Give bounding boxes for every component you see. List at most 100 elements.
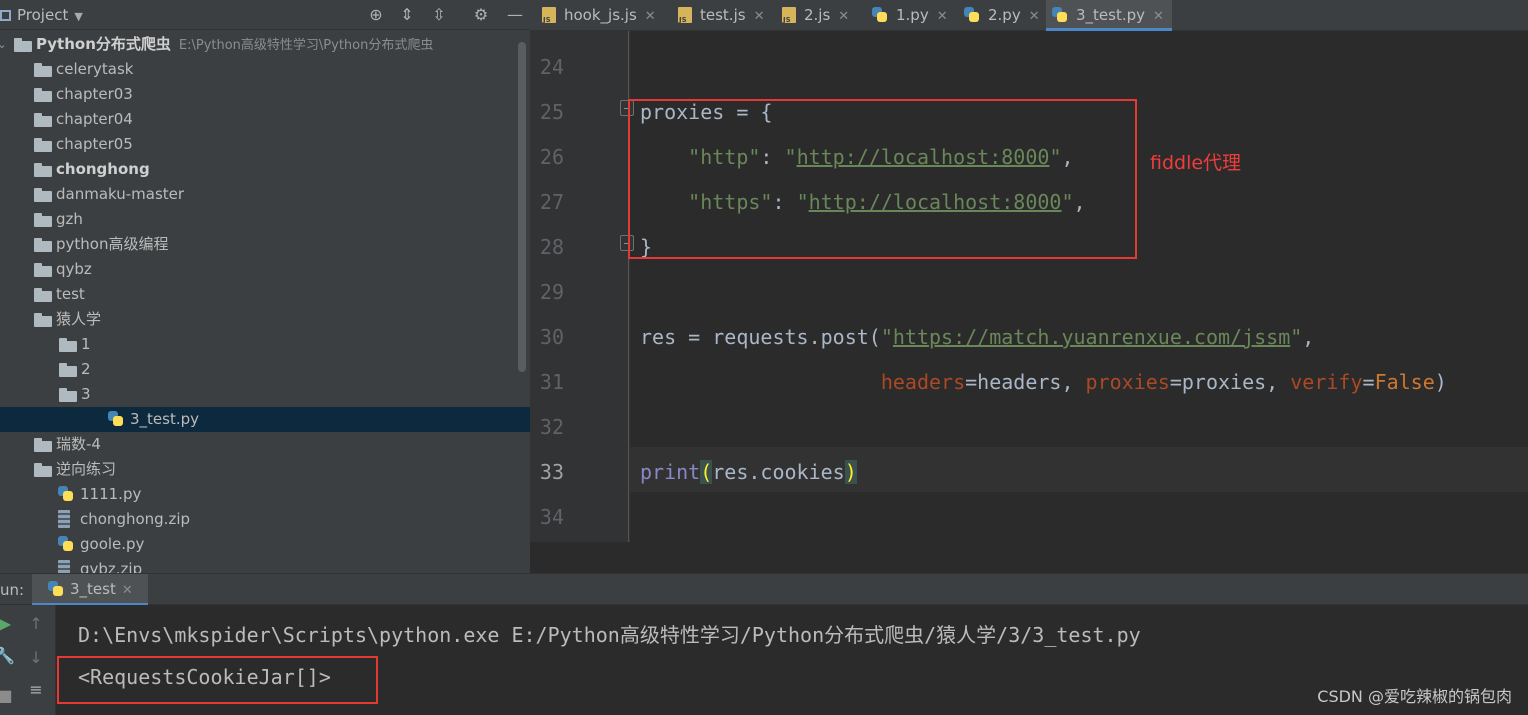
code-token: " [880, 325, 893, 349]
tree-item-label: 3_test.py [130, 410, 200, 428]
line-number: 28 [539, 235, 564, 259]
annotation-label: fiddle代理 [1150, 152, 1242, 174]
line-number: 25 [539, 100, 564, 124]
folder-icon [34, 463, 52, 477]
close-icon[interactable]: ✕ [754, 9, 765, 24]
expand-all-icon[interactable]: ⇕ [396, 4, 418, 26]
code-token: =headers, [965, 370, 1086, 394]
editor-tab-bar: hook_js.js✕test.js✕2.js✕1.py✕2.py✕3_test… [530, 0, 1528, 31]
editor-tab[interactable]: 2.js ✕ [776, 0, 860, 31]
tree-item-label: qybz.zip [80, 560, 143, 573]
chevron-down-icon[interactable]: ▼ [74, 10, 82, 23]
editor-tab[interactable]: 3_test.py ✕ [1046, 0, 1172, 31]
close-icon[interactable]: ✕ [645, 9, 656, 24]
project-title: Project [17, 6, 69, 24]
tree-item-label: chonghong.zip [80, 510, 191, 528]
tree-folder[interactable]: › qybz [0, 257, 530, 282]
tab-label: hook_js.js [564, 6, 637, 24]
up-arrow-icon[interactable]: ↑ [25, 613, 47, 635]
locate-icon[interactable]: ⊕ [365, 4, 387, 26]
folder-icon [14, 38, 32, 52]
code-line[interactable]: print(res.cookies) [640, 450, 857, 495]
tree-folder[interactable]: › chapter05 [0, 132, 530, 157]
code-line[interactable]: res = requests.post("https://match.yuanr… [640, 315, 1314, 360]
tree-item-label: python高级编程 [56, 235, 169, 253]
wrench-icon[interactable]: 🔧 [0, 645, 16, 667]
tab-label: 2.py [988, 6, 1021, 24]
tree-item-label: 2 [81, 360, 91, 378]
tree-item-label: chapter05 [56, 135, 133, 153]
tree-folder[interactable]: ⌄ Python分布式爬虫 E:\Python高级特性学习\Python分布式爬虫 [0, 32, 530, 57]
tree-folder[interactable]: › test [0, 282, 530, 307]
tree-file[interactable]: 1111.py [0, 482, 530, 507]
folder-icon [34, 238, 52, 252]
tree-folder[interactable]: › celerytask [0, 57, 530, 82]
code-token[interactable]: https://match.yuanrenxue.com/jssm [893, 325, 1290, 349]
tree-folder[interactable]: ⌄ 3 [0, 382, 530, 407]
project-view-selector[interactable]: Project ▼ [0, 0, 83, 30]
tree-item-label: gzh [56, 210, 83, 228]
run-tab-label: 3_test [70, 580, 116, 598]
code-token: res.cookies [712, 460, 845, 484]
editor-tab[interactable]: test.js ✕ [672, 0, 770, 31]
tree-file[interactable]: goole.py [0, 532, 530, 557]
javascript-file-icon [678, 7, 692, 24]
line-number: 32 [539, 415, 564, 439]
tree-folder[interactable]: › python高级编程 [0, 232, 530, 257]
minimize-icon[interactable]: — [504, 4, 526, 26]
code-line[interactable]: headers=headers, proxies=proxies, verify… [640, 360, 1447, 405]
folder-icon [59, 363, 77, 377]
editor-tab[interactable]: 1.py ✕ [866, 0, 952, 31]
soft-wrap-icon[interactable]: ≡ [25, 679, 47, 701]
editor-tab[interactable]: hook_js.js ✕ [536, 0, 666, 31]
folder-icon [34, 88, 52, 102]
stop-icon[interactable]: ■ [0, 685, 16, 707]
close-icon[interactable]: ✕ [1029, 9, 1040, 24]
chevron-down-icon[interactable]: ⌄ [0, 32, 10, 57]
proxies-annotation-box [628, 99, 1137, 259]
close-icon[interactable]: ✕ [937, 9, 948, 24]
close-icon[interactable]: ✕ [122, 583, 133, 598]
tab-label: 3_test.py [1076, 6, 1146, 24]
python-file-icon [58, 536, 74, 552]
line-number: 33 [539, 460, 564, 484]
tree-folder[interactable]: › 1 [0, 332, 530, 357]
folder-icon [34, 438, 52, 452]
tree-file[interactable]: qybz.zip [0, 557, 530, 573]
tree-file[interactable]: chonghong.zip [0, 507, 530, 532]
editor-tab[interactable]: 2.py ✕ [958, 0, 1042, 31]
line-number: 30 [539, 325, 564, 349]
code-token: , [1302, 325, 1315, 349]
rerun-icon[interactable]: ▶ [0, 613, 16, 635]
collapse-all-icon[interactable]: ⇳ [428, 4, 450, 26]
tree-item-label: chapter04 [56, 110, 133, 128]
python-file-icon [48, 581, 64, 597]
code-token: " [1290, 325, 1303, 349]
tree-folder[interactable]: ⌄ 猿人学 [0, 307, 530, 332]
close-icon[interactable]: ✕ [1153, 9, 1164, 24]
python-file-icon [108, 411, 124, 427]
tree-file[interactable]: 3_test.py [0, 407, 530, 432]
line-number: 26 [539, 145, 564, 169]
code-token: headers [880, 370, 966, 394]
tree-item-label: 瑞数-4 [56, 435, 101, 453]
tree-folder[interactable]: › gzh [0, 207, 530, 232]
tree-folder[interactable]: › chonghong [0, 157, 530, 182]
tree-folder[interactable]: › chapter03 [0, 82, 530, 107]
console-command-line: D:\Envs\mkspider\Scripts\python.exe E:/P… [78, 623, 1141, 647]
gear-icon[interactable]: ⚙ [470, 4, 492, 26]
run-tab[interactable]: 3_test ✕ [32, 574, 148, 606]
folder-icon [34, 263, 52, 277]
tree-folder[interactable]: › 瑞数-4 [0, 432, 530, 457]
project-icon [0, 10, 11, 21]
tree-folder[interactable]: › 逆向练习 [0, 457, 530, 482]
tree-item-label: chonghong [56, 160, 150, 178]
code-token: ) [844, 460, 857, 484]
down-arrow-icon[interactable]: ↓ [25, 647, 47, 669]
tree-folder[interactable]: › danmaku-master [0, 182, 530, 207]
close-icon[interactable]: ✕ [838, 9, 849, 24]
line-number: 24 [539, 55, 564, 79]
project-scrollbar[interactable] [518, 42, 526, 372]
tree-folder[interactable]: › 2 [0, 357, 530, 382]
tree-folder[interactable]: › chapter04 [0, 107, 530, 132]
